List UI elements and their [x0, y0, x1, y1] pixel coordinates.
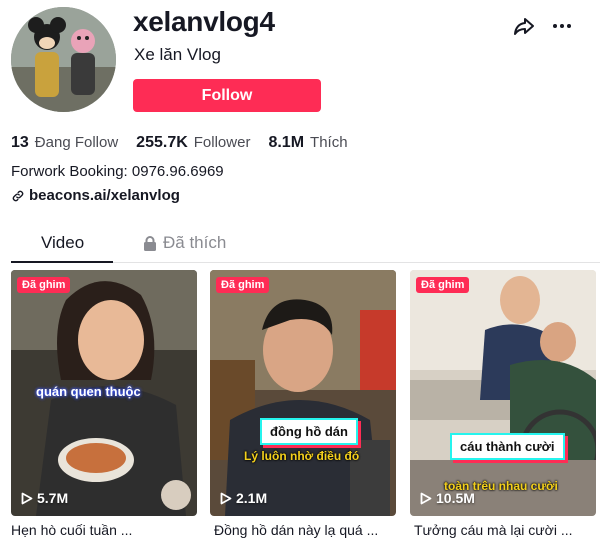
view-count: 5.7M [21, 490, 68, 506]
play-icon [21, 492, 33, 504]
tab-liked[interactable]: Đã thích [143, 233, 226, 253]
video-title-box: đồng hồ dán [260, 418, 358, 445]
stat-followers[interactable]: 255.7K Follower [136, 134, 250, 152]
view-count-value: 5.7M [37, 490, 69, 506]
following-label: Đang Follow [34, 134, 119, 151]
play-icon [420, 492, 432, 504]
bio: Forwork Booking: 0976.96.6969 [11, 163, 224, 180]
follow-button[interactable]: Follow [133, 79, 321, 112]
nickname: Xe lăn Vlog [134, 45, 221, 64]
view-count: 10.5M [420, 490, 475, 506]
view-count-value: 10.5M [436, 490, 475, 506]
view-count-value: 2.1M [236, 490, 268, 506]
play-icon [220, 492, 232, 504]
username: xelanvlog4 [133, 6, 275, 37]
likes-count: 8.1M [268, 134, 305, 151]
video-caption[interactable]: Hẹn hò cuối tuần ... [11, 522, 132, 538]
video-card[interactable]: Đã ghim đồng hồ dán Lý luôn nhờ điều đó … [210, 270, 396, 516]
pinned-badge: Đã ghim [17, 277, 71, 293]
video-card[interactable]: Đã ghim quán quen thuộc 5.7M [11, 270, 197, 516]
profile-link[interactable]: beacons.ai/xelanvlog [11, 187, 180, 204]
view-count: 2.1M [220, 490, 267, 506]
video-card[interactable]: Đã ghim cáu thành cười toàn trêu nhau cư… [410, 270, 596, 516]
stat-following[interactable]: 13 Đang Follow [11, 134, 118, 152]
tab-active-indicator [11, 261, 113, 263]
followers-label: Follower [193, 134, 251, 151]
pinned-badge: Đã ghim [216, 277, 270, 293]
video-overlay-text: quán quen thuộc [36, 384, 141, 399]
link-icon [12, 190, 24, 201]
profile-stats: 13 Đang Follow 255.7K Follower 8.1M Thíc… [11, 134, 366, 152]
tab-video[interactable]: Video [41, 233, 84, 253]
profile-link-text: beacons.ai/xelanvlog [29, 187, 180, 204]
stat-likes: 8.1M Thích [268, 134, 347, 152]
video-title-box: cáu thành cười [450, 433, 565, 460]
lock-icon [144, 235, 156, 251]
profile-tabs: Video Đã thích [11, 228, 600, 263]
share-icon[interactable] [510, 12, 538, 40]
video-caption[interactable]: Đồng hồ dán này lạ quá ... [214, 522, 378, 538]
tab-liked-label: Đã thích [163, 233, 227, 252]
likes-label: Thích [310, 134, 348, 151]
tab-video-label: Video [41, 233, 85, 252]
pinned-badge: Đã ghim [416, 277, 470, 293]
following-count: 13 [11, 134, 29, 151]
followers-count: 255.7K [136, 134, 188, 151]
avatar[interactable] [11, 7, 116, 112]
video-subtitle: Lý luôn nhờ điều đó [244, 449, 360, 463]
more-icon[interactable] [548, 12, 576, 40]
video-caption[interactable]: Tưởng cáu mà lại cười ... [414, 522, 572, 538]
